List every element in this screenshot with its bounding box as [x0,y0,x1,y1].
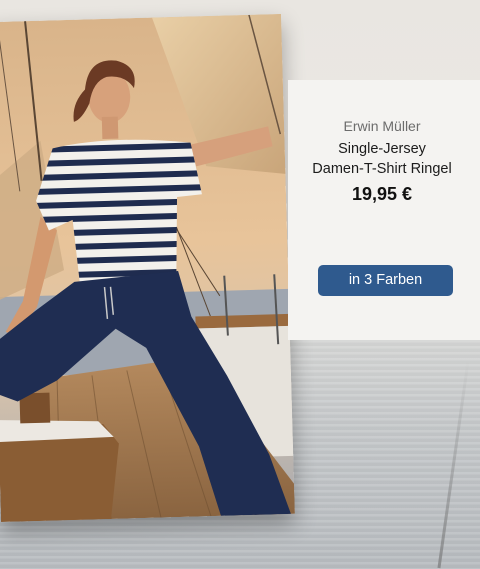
product-photo-illustration [0,13,295,523]
product-brand: Erwin Müller [343,118,421,134]
colors-button[interactable]: in 3 Farben [318,265,453,296]
product-photo[interactable] [0,13,295,523]
product-name-line-2[interactable]: Damen-T-Shirt Ringel [288,161,476,177]
product-info-panel: Erwin Müller Single-Jersey Damen-T-Shirt… [288,80,480,340]
product-name-line-1[interactable]: Single-Jersey [288,141,476,157]
product-price: 19,95 € [351,184,413,204]
